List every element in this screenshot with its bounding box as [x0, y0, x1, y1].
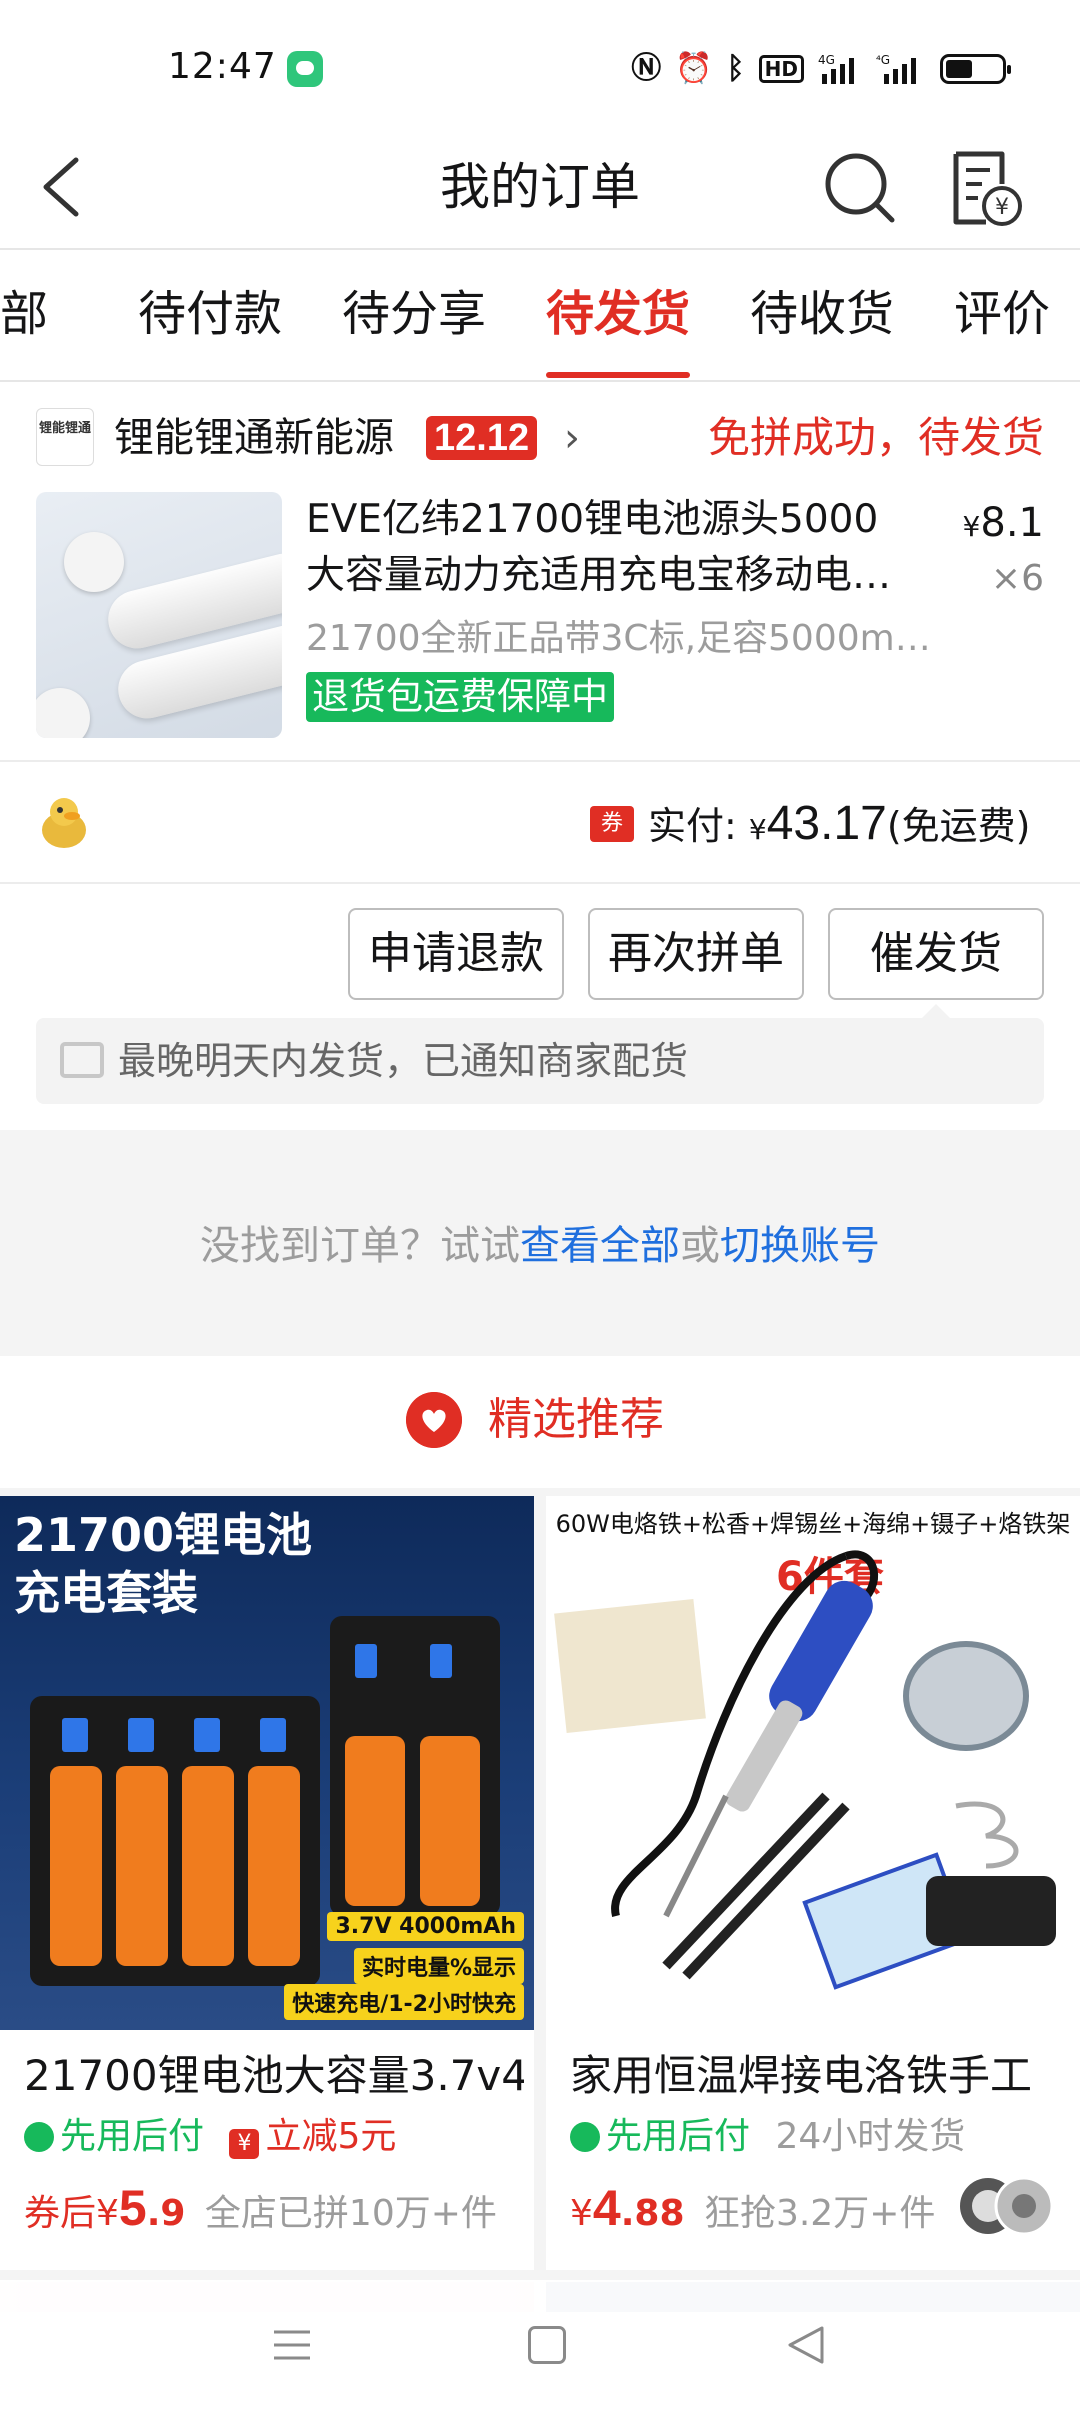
active-tab-indicator: [546, 372, 690, 378]
search-icon[interactable]: [820, 148, 900, 228]
recommend-product-tags-2: 先用后付 24小时发货: [570, 2112, 965, 2162]
svg-text:¥: ¥: [995, 195, 1009, 220]
signal-4g-icon: 4G: [818, 53, 854, 84]
recommend-product-title-2[interactable]: 家用恒温焊接电洛铁手工: [570, 2046, 1070, 2106]
coupon-tag: 券: [590, 806, 634, 842]
message-notification-icon: [287, 51, 323, 87]
recommend-product-image-1[interactable]: 21700锂电池 充电套装 3.7V 4000mAh 实时电量%显示 快速充电/…: [0, 1496, 534, 2030]
heart-icon: [406, 1392, 462, 1448]
status-time: 12:47: [168, 46, 277, 87]
system-back-icon[interactable]: [786, 2324, 826, 2366]
recommend-title: 精选推荐: [488, 1394, 664, 1445]
return-shipping-guarantee-badge: 退货包运费保障中: [306, 672, 614, 722]
tabs-divider: [0, 380, 1080, 382]
product-image[interactable]: [36, 492, 282, 738]
pay-later-icon: [24, 2122, 54, 2152]
image-spec-display: 实时电量%显示: [353, 1948, 524, 1984]
hd-icon: HD: [758, 55, 804, 83]
truck-calendar-icon: [60, 1042, 104, 1078]
paid-divider: [0, 882, 1080, 884]
tab-pending-payment[interactable]: 待付款: [138, 282, 282, 346]
tab-pending-receipt[interactable]: 待收货: [750, 282, 894, 346]
svg-text:4G: 4G: [818, 53, 835, 67]
urge-shipment-button[interactable]: 催发货: [828, 908, 1044, 1000]
paid-total: 实付: ¥43.17(免运费): [648, 797, 1031, 850]
column-gap: [534, 1496, 546, 2276]
card-divider: [0, 760, 1080, 762]
tab-pending-share[interactable]: 待分享: [342, 282, 486, 346]
section-separator: [0, 1488, 1080, 1496]
alarm-icon: ⏰: [675, 51, 713, 86]
buyer-avatars: [960, 2176, 1054, 2236]
store-logo[interactable]: 锂能锂通: [36, 408, 94, 466]
recommend-product-tags-1: 先用后付 ¥ 立减5元: [24, 2112, 396, 2162]
battery-icon: [940, 54, 1011, 84]
status-bar: 12:47 Ⓝ ⏰ ᛒ HD 4G ⁴G: [0, 0, 1080, 130]
switch-account-link[interactable]: 切换账号: [720, 1223, 880, 1269]
order-tabs: 全部 待付款 待分享 待发货 待收货 评价: [0, 250, 1080, 380]
signal-4g-icon: ⁴G: [876, 53, 916, 84]
tab-all[interactable]: 全部: [0, 282, 48, 346]
image-spec-voltage: 3.7V 4000mAh: [327, 1912, 524, 1941]
page-title: 我的订单: [440, 158, 640, 216]
double-twelve-badge: 12.12: [426, 416, 538, 460]
tab-pending-shipment[interactable]: 待发货: [546, 282, 690, 346]
order-receipt-icon[interactable]: ¥: [950, 148, 1026, 228]
product-quantity: ×6: [990, 558, 1044, 599]
recommend-product-price-2: ¥4.88 狂抢3.2万+件: [570, 2180, 936, 2236]
recommend-product-price-1: 券后¥5.9 全店已拼10万+件: [24, 2180, 497, 2236]
pay-later-icon: [570, 2122, 600, 2152]
not-found-or: 或: [680, 1223, 720, 1269]
soldering-kit-illustration: [554, 1550, 1056, 1990]
chevron-right-icon[interactable]: ›: [564, 414, 580, 462]
status-icons: Ⓝ ⏰ ᛒ HD 4G ⁴G: [631, 50, 1011, 88]
discount-icon: ¥: [229, 2129, 260, 2159]
not-found-prefix: 没找到订单？试试: [200, 1223, 520, 1269]
shipment-tip-text: 最晚明天内发货，已通知商家配货: [118, 1039, 689, 1083]
duck-avatar-icon: [42, 798, 86, 848]
home-icon[interactable]: [528, 2326, 566, 2364]
tab-review[interactable]: 评价: [954, 282, 1050, 346]
product-spec: 21700全新正品带3C标,足容5000m…: [306, 618, 931, 659]
reorder-button[interactable]: 再次拼单: [588, 908, 804, 1000]
shipment-tip: 最晚明天内发货，已通知商家配货: [36, 1018, 1044, 1104]
nfc-icon: Ⓝ: [631, 51, 662, 86]
battery-cap-graphic: [36, 688, 90, 738]
not-found-line: 没找到订单？试试查看全部或切换账号: [0, 1216, 1080, 1276]
product-price: ¥8.1: [962, 500, 1044, 546]
apply-refund-button[interactable]: 申请退款: [348, 908, 564, 1000]
image-spec-fastcharge: 快速充电/1-2小时快充: [284, 1984, 524, 2020]
product-title[interactable]: EVE亿纬21700锂电池源头5000 大容量动力充适用充电宝移动电…: [306, 492, 936, 604]
battery-cap-graphic: [64, 532, 124, 592]
svg-text:⁴G: ⁴G: [876, 53, 890, 67]
bluetooth-icon: ᛒ: [726, 51, 745, 86]
recommend-product-image-2[interactable]: 60W电烙铁+松香+焊锡丝+海绵+镊子+烙铁架 6件套: [546, 1496, 1080, 2030]
recent-apps-icon[interactable]: [272, 2328, 312, 2362]
store-name[interactable]: 锂能锂通新能源: [114, 410, 394, 466]
order-status: 免拼成功，待发货: [707, 413, 1044, 462]
product-title-line1: EVE亿纬21700锂电池源头5000: [306, 497, 879, 542]
product-title-line2: 大容量动力充适用充电宝移动电…: [306, 553, 892, 598]
recommend-product-title-1[interactable]: 21700锂电池大容量3.7v4.: [24, 2046, 524, 2106]
view-all-link[interactable]: 查看全部: [520, 1223, 680, 1269]
